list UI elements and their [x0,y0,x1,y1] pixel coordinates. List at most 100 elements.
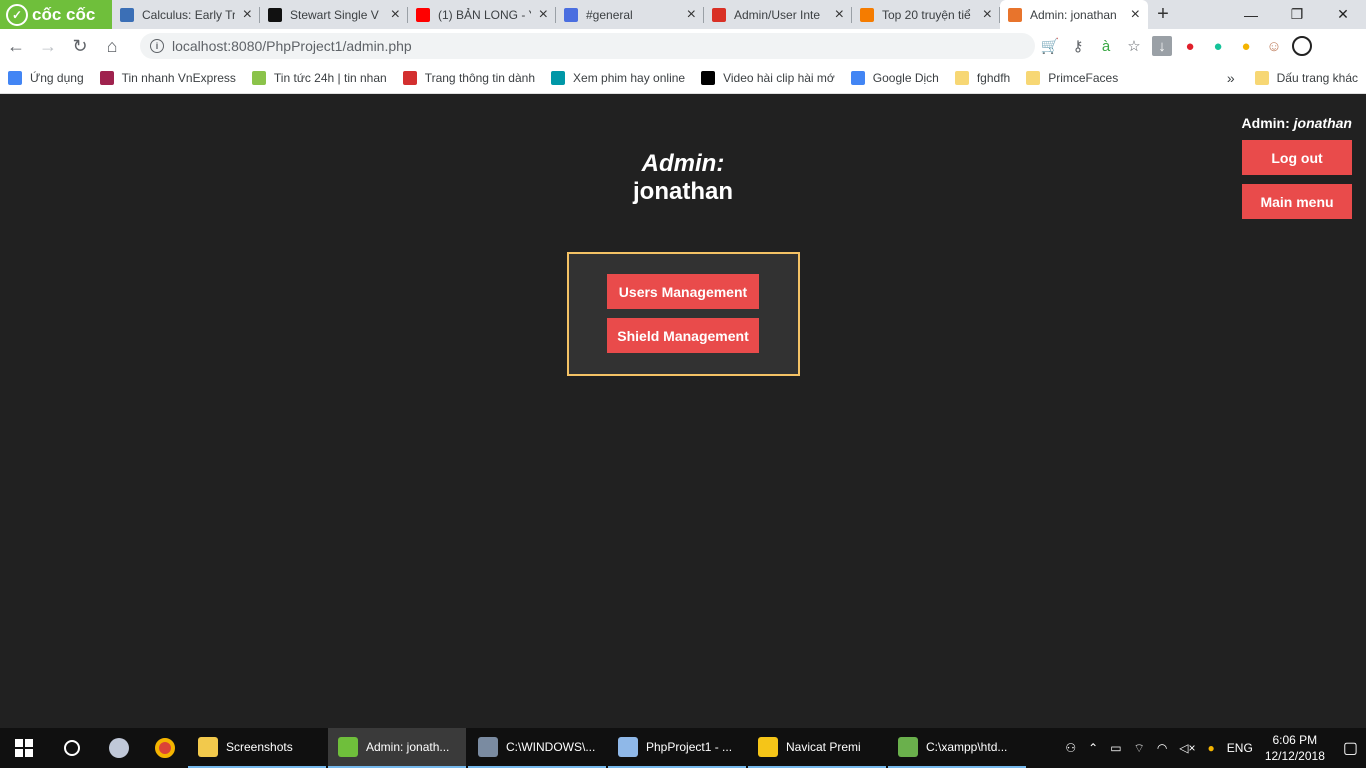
tab-title: Admin: jonathan [1030,7,1117,22]
extensions-area: 🛒 ⚷ à ☆ ↓ ● ● ● ☺ [1040,29,1312,63]
close-window-icon[interactable]: ✕ [1320,0,1366,29]
taskbar-app-label: Screenshots [226,740,293,754]
taskbar-app[interactable]: Navicat Premi [748,728,886,768]
language-indicator[interactable]: ENG [1227,741,1253,755]
volume-icon[interactable]: ◁× [1179,741,1195,755]
notification-icon[interactable]: ▢ [1337,738,1358,758]
forward-icon[interactable]: → [32,29,64,63]
other-bookmarks[interactable]: Dấu trang khác [1247,71,1366,85]
tab-favicon-icon [564,7,578,22]
navigation-bar: ← → ↻ ⌂ i localhost:8080/PhpProject1/adm… [0,29,1366,63]
home-icon[interactable]: ⌂ [96,29,128,63]
management-panel: Users Management Shield Management [567,252,800,376]
bookmark-item[interactable]: Trang thông tin dành [395,71,543,85]
browser-tab[interactable]: (1) BẢN LONG - Y × [408,0,556,29]
tray-expand-icon[interactable]: ⌃ [1088,741,1098,755]
star-icon[interactable]: ☆ [1124,36,1144,56]
taskbar-app-label: PhpProject1 - ... [646,740,733,754]
system-tray: ⚇ ⌃ ▭ ⌔ ◠ ◁× ● ENG 6:06 PM 12/12/2018 ▢ [1065,732,1366,764]
taskbar-app[interactable]: C:\WINDOWS\... [468,728,606,768]
opera-icon[interactable]: ● [1180,36,1200,56]
folder-icon [1254,71,1269,85]
tab-favicon-icon [860,7,874,22]
bookmark-label: Google Dịch [872,71,939,85]
logout-button[interactable]: Log out [1242,140,1352,175]
cart-icon[interactable]: 🛒 [1040,36,1060,56]
taskbar-app-label: Navicat Premi [786,740,861,754]
back-icon[interactable]: ← [0,29,32,63]
taskbar-app[interactable]: PhpProject1 - ... [608,728,746,768]
bookmark-item[interactable]: Xem phim hay online [543,71,693,85]
bookmark-item[interactable]: Google Dịch [843,71,947,85]
taskbar-app[interactable]: C:\xampp\htd... [888,728,1026,768]
tab-strip: ✓ cốc cốc Calculus: Early Tr × Stewart Sin… [0,0,1366,29]
tab-close-icon[interactable]: × [983,6,992,24]
browser-tab[interactable]: Calculus: Early Tr × [112,0,260,29]
chrome-icon[interactable] [142,728,188,768]
people-icon[interactable]: ⚇ [1065,741,1076,755]
bookmark-icon [551,71,566,85]
app-icon [198,737,218,757]
windows-start-icon[interactable] [0,728,48,768]
minimize-icon[interactable]: — [1228,0,1274,29]
network-icon[interactable]: ⌔ [1134,741,1145,756]
bookmark-label: fghdfh [976,71,1011,85]
address-bar[interactable]: i localhost:8080/PhpProject1/admin.php [140,33,1035,59]
reload-icon[interactable]: ↻ [64,29,96,63]
admin-username: jonathan [1293,115,1352,131]
tab-close-icon[interactable]: × [539,6,548,24]
restore-icon[interactable]: ❐ [1274,0,1320,29]
chrome-ext-icon[interactable]: ● [1236,36,1256,56]
bookmark-item[interactable]: Video hài clip hài mớ [693,71,843,85]
admin-label: Admin: [1241,115,1290,131]
grammarly-icon[interactable]: ● [1208,36,1228,56]
clock[interactable]: 6:06 PM 12/12/2018 [1265,732,1325,764]
browser-brand[interactable]: ✓ cốc cốc [0,0,112,29]
shield-management-button[interactable]: Shield Management [607,318,759,353]
site-info-icon[interactable]: i [150,39,164,53]
tab-close-icon[interactable]: × [243,6,252,24]
main-menu-button[interactable]: Main menu [1242,184,1352,219]
bookmark-icon [954,71,969,85]
tab-close-icon[interactable]: × [687,6,696,24]
avatar[interactable]: ☺ [1264,36,1284,56]
users-management-button[interactable]: Users Management [607,274,759,309]
bookmark-item[interactable]: fghdfh [947,71,1018,85]
browser-tab[interactable]: Stewart Single V × [260,0,408,29]
profile-circle-icon[interactable] [1292,36,1312,56]
browser-tab[interactable]: Top 20 truyện tiể × [852,0,1000,29]
url-text: localhost:8080/PhpProject1/admin.php [172,38,412,54]
browser-tab[interactable]: #general × [556,0,704,29]
bookmark-item[interactable]: PrimceFaces [1018,71,1126,85]
bookmark-label: PrimceFaces [1048,71,1119,85]
tab-close-icon[interactable]: × [391,6,400,24]
coccoc-logo-icon: ✓ [6,3,28,26]
weather-icon[interactable]: ● [1208,741,1215,755]
bookmark-label: Trang thông tin dành [424,71,536,85]
battery-icon[interactable]: ▭ [1110,741,1121,755]
tab-title: Admin/User Inte [734,7,821,22]
browser-tab[interactable]: Admin/User Inte × [704,0,852,29]
tab-close-icon[interactable]: × [1131,6,1140,24]
taskbar-app[interactable]: Screenshots [188,728,326,768]
paint-icon[interactable] [96,728,142,768]
download-icon[interactable]: ↓ [1152,36,1172,56]
bookmark-label: Video hài clip hài mớ [723,71,835,85]
new-tab-button[interactable]: + [1148,0,1178,29]
search-icon[interactable] [48,728,96,768]
tab-title: Calculus: Early Tr [142,7,235,22]
bookmark-item[interactable]: Tin tức 24h | tin nhan [244,71,395,85]
admin-header: Admin: jonathan [1152,115,1352,131]
bookmark-item[interactable]: Tin nhanh VnExpress [92,71,244,85]
taskbar-app[interactable]: Admin: jonath... [328,728,466,768]
browser-tab[interactable]: Admin: jonathan × [1000,0,1148,29]
tab-close-icon[interactable]: × [835,6,844,24]
bookmark-label: Tin nhanh VnExpress [121,71,236,85]
more-bookmarks-icon[interactable]: » [1215,70,1247,86]
typing-icon[interactable]: à [1096,36,1116,56]
key-icon[interactable]: ⚷ [1068,36,1088,56]
wifi-icon[interactable]: ◠ [1157,741,1167,755]
tab-favicon-icon [712,7,726,22]
brand-label: cốc cốc [32,4,96,24]
bookmark-item[interactable]: Ứng dụng [0,71,92,85]
